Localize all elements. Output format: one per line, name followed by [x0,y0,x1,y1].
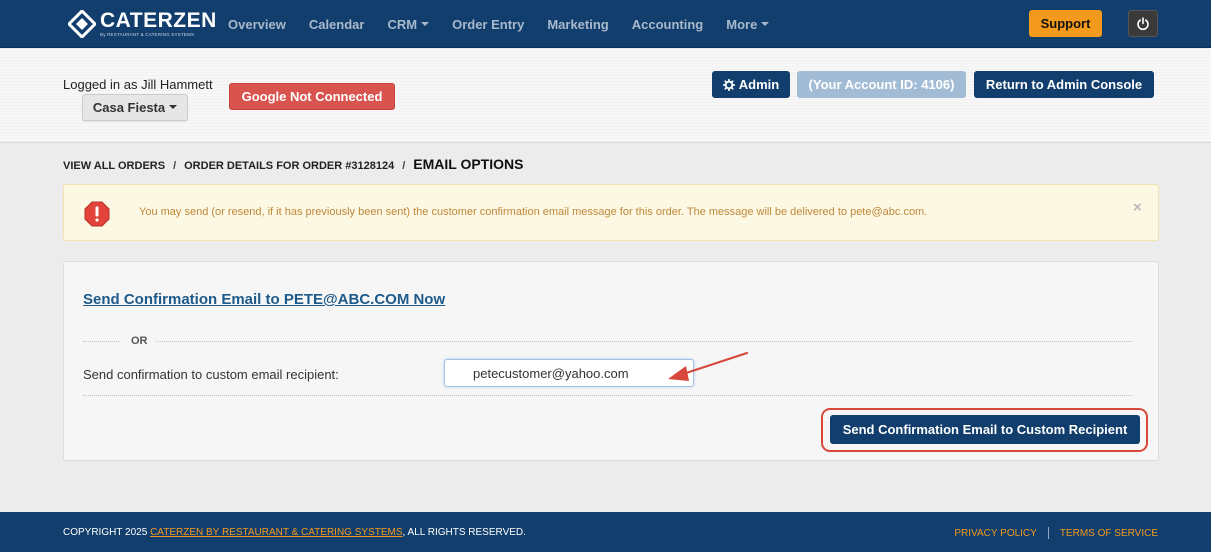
email-options-panel: Send Confirmation Email to PETE@ABC.COM … [63,261,1159,461]
nav-item-accounting[interactable]: Accounting [632,17,704,32]
nav-item-label: Accounting [631,16,704,32]
nav-item-marketing[interactable]: Marketing [547,17,608,32]
divider [156,341,1133,342]
copyright-suffix: , ALL RIGHTS RESERVED. [402,527,526,538]
or-label: OR [131,335,148,347]
return-to-admin-console-button[interactable]: Return to Admin Console [974,71,1154,98]
warning-octagon-icon [84,201,110,227]
brand-name: CATERZEN [100,8,217,32]
breadcrumb-separator: / [173,160,177,172]
admin-label: Admin [738,77,780,92]
nav-item-order-entry[interactable]: Order Entry [452,17,524,32]
copyright: COPYRIGHT 2025 CATERZEN BY RESTAURANT & … [63,527,526,538]
nav-item-label: Calendar [308,16,365,32]
admin-button[interactable]: Admin [712,71,790,98]
top-navbar: CATERZEN By RESTAURANT & CATERING SYSTEM… [0,0,1211,48]
chevron-down-icon [761,22,770,27]
google-status-button[interactable]: Google Not Connected [229,83,395,110]
chevron-down-icon [421,22,430,27]
gear-icon [722,78,735,91]
privacy-policy-link[interactable]: PRIVACY POLICY [954,528,1036,539]
footer-links: PRIVACY POLICY TERMS OF SERVICE [954,527,1158,539]
breadcrumb-separator: / [402,160,406,172]
footer-divider [1047,527,1049,539]
power-button[interactable] [1128,10,1158,37]
caterzen-logo[interactable]: CATERZEN By RESTAURANT & CATERING SYSTEM… [66,8,217,40]
terms-of-service-link[interactable]: TERMS OF SERVICE [1060,528,1158,539]
custom-email-input[interactable] [444,359,694,387]
nav-item-label: Marketing [547,16,609,32]
nav-item-label: Order Entry [452,16,525,32]
store-selector-button[interactable]: Casa Fiesta [82,94,188,121]
account-id-badge: (Your Account ID: 4106) [797,71,966,98]
breadcrumb-order-details[interactable]: ORDER DETAILS FOR ORDER #3128124 [184,160,394,172]
brand-tagline: By RESTAURANT & CATERING SYSTEMS [100,31,195,37]
power-icon [1137,16,1149,30]
nav-item-label: Overview [228,16,286,32]
send-confirmation-now-link[interactable]: Send Confirmation Email to PETE@ABC.COM … [83,291,445,308]
custom-recipient-label: Send confirmation to custom email recipi… [83,367,339,382]
divider [83,341,119,342]
copyright-prefix: COPYRIGHT 2025 [63,527,151,538]
nav-item-calendar[interactable]: Calendar [309,17,365,32]
page-title: EMAIL OPTIONS [413,156,524,172]
breadcrumb: VIEW ALL ORDERS / ORDER DETAILS FOR ORDE… [63,156,523,172]
nav-item-more[interactable]: More [726,16,770,32]
send-to-custom-recipient-button[interactable]: Send Confirmation Email to Custom Recipi… [830,415,1140,444]
breadcrumb-view-all-orders[interactable]: VIEW ALL ORDERS [63,160,165,172]
store-name: Casa Fiesta [92,100,166,115]
nav-item-overview[interactable]: Overview [228,17,286,32]
chevron-down-icon [169,104,178,109]
info-alert: You may send (or resend, if it has previ… [63,184,1159,241]
support-button[interactable]: Support [1029,10,1102,37]
close-icon[interactable]: × [1133,199,1142,216]
logged-in-text: Logged in as Jill Hammett [63,77,213,92]
footer: COPYRIGHT 2025 CATERZEN BY RESTAURANT & … [0,512,1211,552]
nav-item-label: CRM [387,16,418,32]
main-nav: Overview Calendar CRM Order Entry Market… [228,0,792,48]
divider [83,395,1133,396]
copyright-brand-link[interactable]: CATERZEN BY RESTAURANT & CATERING SYSTEM… [150,527,402,538]
alert-message: You may send (or resend, if it has previ… [139,206,928,218]
account-bar: Logged in as Jill Hammett Casa Fiesta Go… [0,49,1211,143]
nav-item-crm[interactable]: CRM [387,16,430,32]
logo-diamond-icon [66,8,98,40]
nav-item-label: More [726,16,758,32]
